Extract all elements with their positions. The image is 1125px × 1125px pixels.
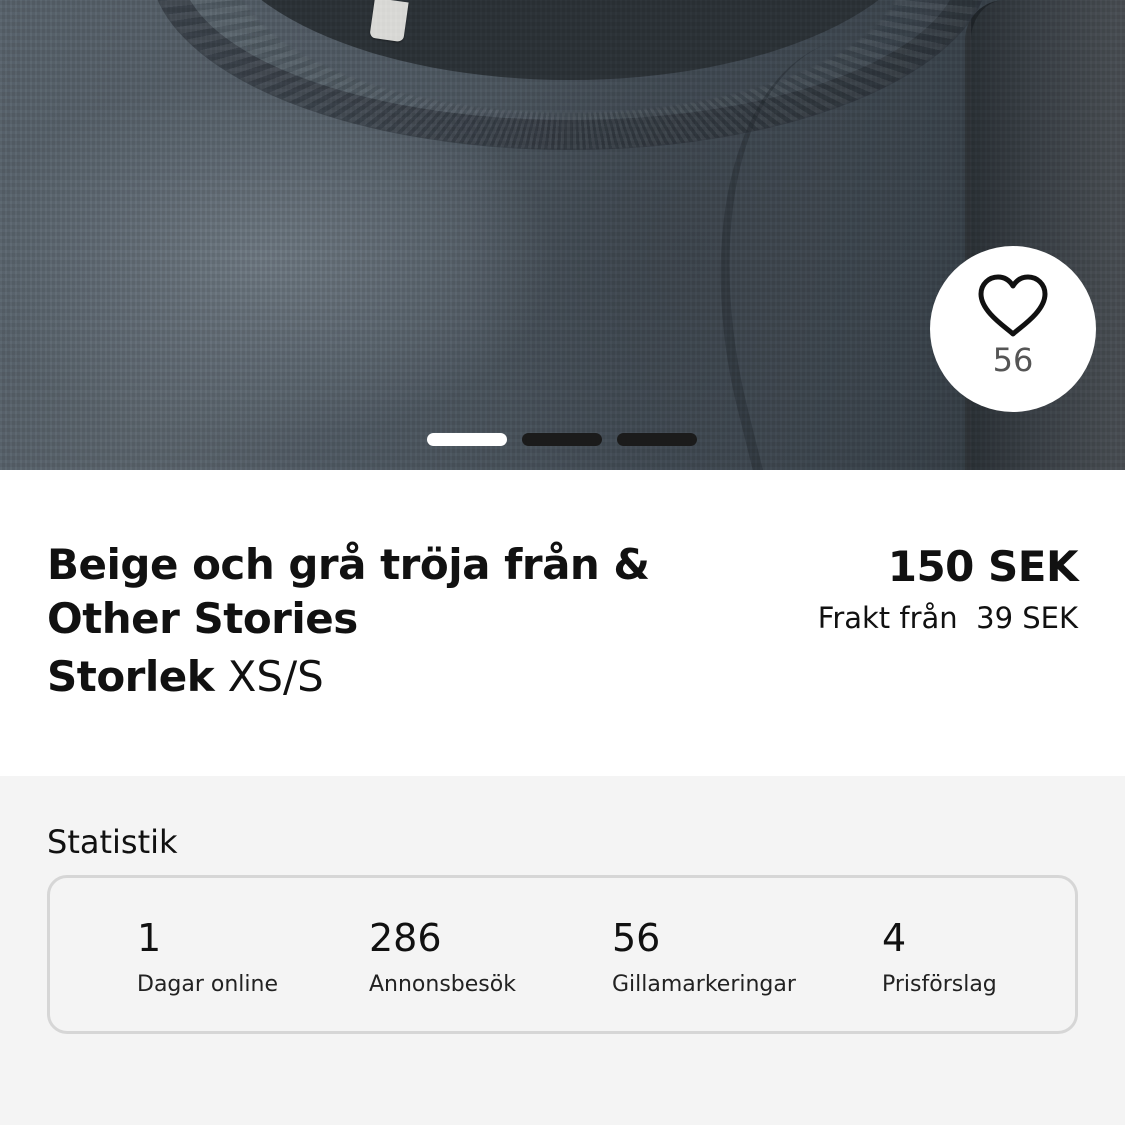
gallery-dot-3[interactable]	[617, 433, 697, 446]
listing-info: Beige och grå tröja från & Other Stories…	[0, 470, 1125, 776]
stat-likes: 56 Gillamarkeringar	[612, 916, 796, 1000]
like-count: 56	[992, 341, 1034, 379]
listing-price: 150 SEK	[887, 542, 1079, 591]
statistics-section: Statistik 1 Dagar online 286 Annonsbesök…	[0, 776, 1125, 1125]
stat-label: Dagar online	[137, 972, 279, 997]
stat-listing-visits: 286 Annonsbesök	[369, 916, 516, 1000]
heart-icon	[978, 274, 1048, 337]
statistics-card: 1 Dagar online 286 Annonsbesök 56 Gillam…	[47, 875, 1078, 1034]
stat-value: 4	[882, 916, 907, 960]
gallery-pagination	[427, 433, 697, 446]
stat-price-offers: 4 Prisförslag	[882, 916, 997, 1000]
stat-label: Prisförslag	[882, 972, 997, 997]
gallery-dot-1[interactable]	[427, 433, 507, 446]
listing-size: Storlek XS/S	[47, 652, 324, 702]
stat-label: Annonsbesök	[369, 972, 516, 997]
stat-value: 56	[612, 916, 661, 960]
stat-days-online: 1 Dagar online	[137, 916, 278, 1000]
stat-label: Gillamarkeringar	[612, 972, 796, 997]
product-image-gallery[interactable]: 56	[0, 0, 1125, 470]
stat-value: 1	[137, 916, 162, 960]
stat-value: 286	[369, 916, 442, 960]
statistics-heading: Statistik	[47, 823, 178, 861]
listing-title: Beige och grå tröja från & Other Stories	[47, 540, 650, 643]
gallery-dot-2[interactable]	[522, 433, 602, 446]
listing-page: 56 Beige och grå tröja från & Other Stor…	[0, 0, 1125, 1125]
product-image-texture	[0, 0, 1125, 470]
like-button[interactable]: 56	[930, 246, 1096, 412]
shipping-price: Frakt från 39 SEK	[817, 601, 1078, 635]
size-label: Storlek	[47, 652, 215, 701]
size-value: XS/S	[227, 652, 324, 701]
